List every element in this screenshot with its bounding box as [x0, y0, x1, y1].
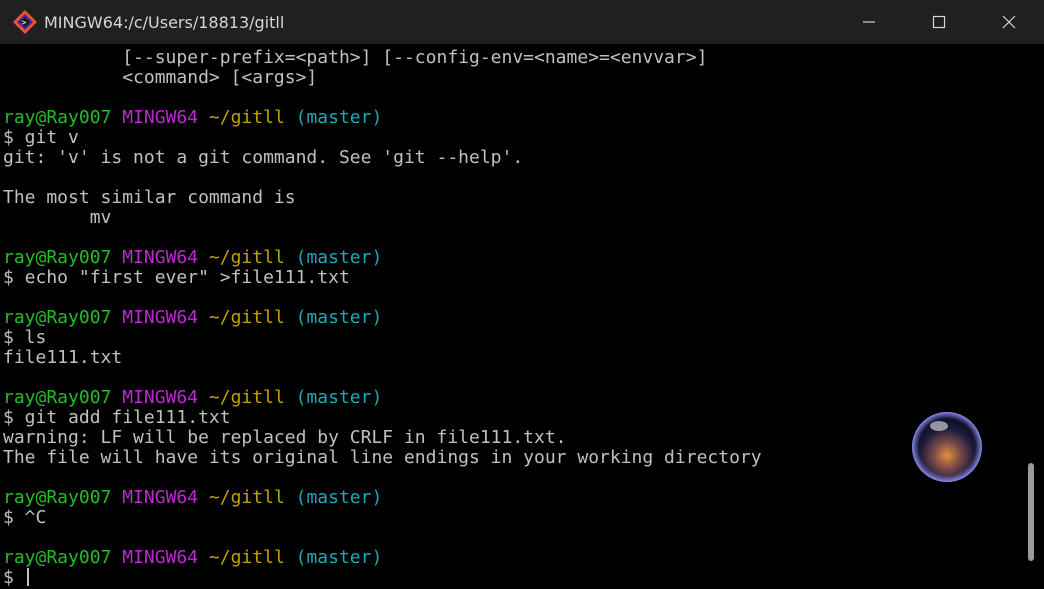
prompt-path: ~/gitll	[208, 547, 285, 568]
prompt-branch: (master)	[295, 487, 383, 508]
input-prompt: $	[3, 567, 25, 588]
prompt-user: ray@Ray007	[3, 387, 112, 408]
close-icon	[1002, 15, 1016, 29]
prompt-branch: (master)	[295, 547, 383, 568]
prompt-path: ~/gitll	[208, 487, 285, 508]
prompt-line: ray@Ray007 MINGW64 ~/gitll (master)	[3, 388, 762, 408]
output-line: $ ls	[3, 327, 47, 348]
output-line: $ git v	[3, 127, 79, 148]
output-line: <command> [<args>]	[3, 67, 318, 88]
prompt-user: ray@Ray007	[3, 547, 112, 568]
terminal-window: > MINGW64:/c/Users/18813/gitll [--super-…	[0, 0, 1044, 589]
prompt-user: ray@Ray007	[3, 307, 112, 328]
prompt-path: ~/gitll	[208, 247, 285, 268]
prompt-user: ray@Ray007	[3, 107, 112, 128]
output-line: git: 'v' is not a git command. See 'git …	[3, 147, 524, 168]
text-cursor	[26, 568, 29, 586]
prompt-branch: (master)	[295, 247, 383, 268]
close-button[interactable]	[974, 0, 1044, 44]
maximize-button[interactable]	[904, 0, 974, 44]
minimize-icon	[863, 21, 875, 23]
output-line: mv	[3, 207, 112, 228]
window-controls	[834, 0, 1044, 44]
svg-text:>: >	[22, 18, 27, 27]
window-title: MINGW64:/c/Users/18813/gitll	[44, 12, 285, 32]
floating-orb-icon[interactable]	[910, 410, 984, 484]
prompt-line: ray@Ray007 MINGW64 ~/gitll (master)	[3, 548, 762, 568]
input-line: $	[3, 568, 762, 588]
prompt-host: MINGW64	[122, 107, 199, 128]
prompt-branch: (master)	[295, 107, 383, 128]
prompt-host: MINGW64	[122, 387, 199, 408]
prompt-host: MINGW64	[122, 487, 199, 508]
prompt-line: ray@Ray007 MINGW64 ~/gitll (master)	[3, 488, 762, 508]
prompt-line: ray@Ray007 MINGW64 ~/gitll (master)	[3, 308, 762, 328]
prompt-branch: (master)	[295, 307, 383, 328]
prompt-host: MINGW64	[122, 547, 199, 568]
output-line: file111.txt	[3, 347, 123, 368]
terminal-area[interactable]: [--super-prefix=<path>] [--config-env=<n…	[0, 44, 1044, 589]
output-line: $ git add file111.txt	[3, 407, 231, 428]
title-bar[interactable]: > MINGW64:/c/Users/18813/gitll	[0, 0, 1044, 44]
output-line: $ ^C	[3, 507, 47, 528]
minimize-button[interactable]	[834, 0, 904, 44]
prompt-path: ~/gitll	[208, 307, 285, 328]
git-bash-icon: >	[13, 10, 37, 34]
output-line: The most similar command is	[3, 187, 296, 208]
prompt-user: ray@Ray007	[3, 487, 112, 508]
prompt-host: MINGW64	[122, 307, 199, 328]
output-line: The file will have its original line end…	[3, 447, 762, 468]
prompt-line: ray@Ray007 MINGW64 ~/gitll (master)	[3, 108, 762, 128]
prompt-path: ~/gitll	[208, 387, 285, 408]
prompt-user: ray@Ray007	[3, 247, 112, 268]
maximize-icon	[932, 15, 946, 29]
output-line: [--super-prefix=<path>] [--config-env=<n…	[3, 47, 708, 68]
prompt-host: MINGW64	[122, 247, 199, 268]
output-line: $ echo "first ever" >file111.txt	[3, 267, 350, 288]
prompt-line: ray@Ray007 MINGW64 ~/gitll (master)	[3, 248, 762, 268]
prompt-branch: (master)	[295, 387, 383, 408]
output-line: warning: LF will be replaced by CRLF in …	[3, 427, 567, 448]
prompt-path: ~/gitll	[208, 107, 285, 128]
scrollbar-thumb[interactable]	[1028, 463, 1034, 561]
terminal-output[interactable]: [--super-prefix=<path>] [--config-env=<n…	[3, 48, 762, 588]
